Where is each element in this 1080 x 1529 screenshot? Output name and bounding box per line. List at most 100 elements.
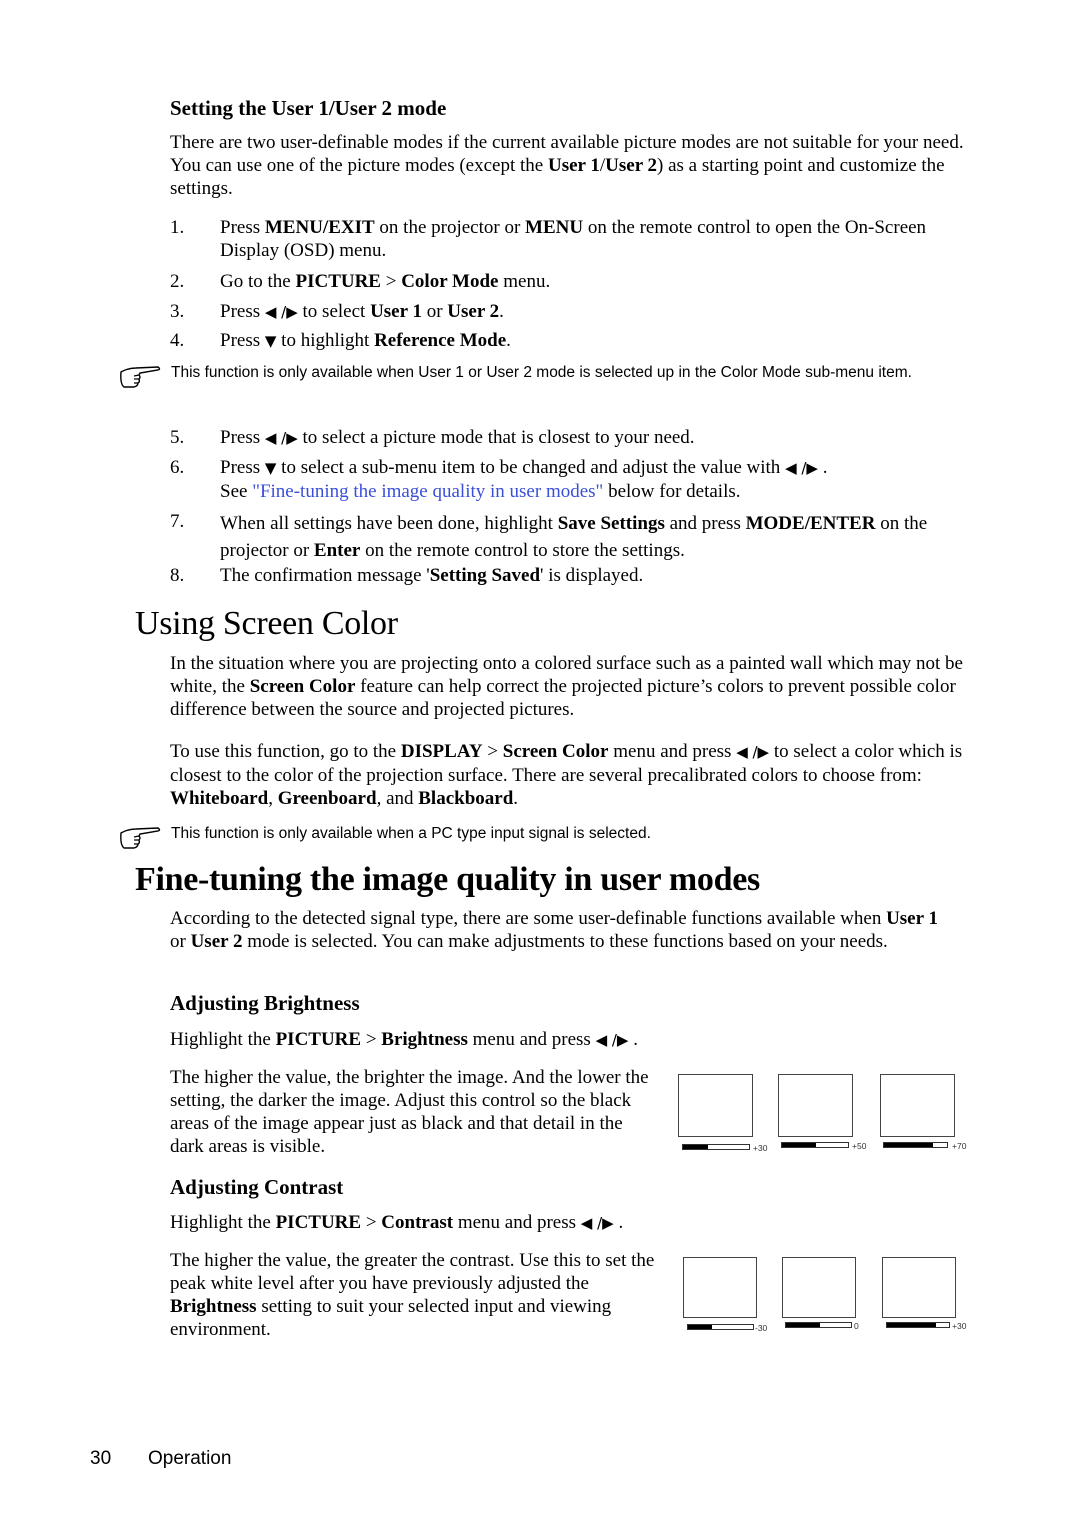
screen-preview: [880, 1074, 955, 1137]
level-bar: [886, 1322, 950, 1328]
footer-section-name: Operation: [148, 1448, 232, 1469]
contrast-instruction: Highlight the PICTURE > Contrast menu an…: [170, 1211, 970, 1235]
text: or: [170, 931, 191, 952]
step-number: 8.: [170, 565, 185, 586]
step-number: 6.: [170, 457, 185, 478]
text: To use this function, go to the: [170, 741, 401, 762]
step-5: 5. Press ◀ /▶ to select a picture mode t…: [170, 426, 980, 449]
step-4: 4. Press ▼ to highlight Reference Mode.: [170, 329, 980, 352]
note-user-mode: This function is only available when Use…: [118, 364, 978, 402]
screen-preview: [882, 1257, 956, 1318]
level-bar-fill: [683, 1145, 709, 1149]
note-screen-color: This function is only available when a P…: [118, 825, 978, 853]
text: ,: [268, 788, 278, 809]
down-arrow-icon: ▼: [264, 459, 277, 477]
text: >: [361, 1029, 382, 1050]
fine-tuning-intro: According to the detected signal type, t…: [170, 907, 950, 953]
screen-preview: [683, 1257, 757, 1318]
bold-text: Whiteboard: [170, 788, 269, 809]
section-heading-user-mode: Setting the User 1/User 2 mode: [170, 96, 447, 120]
text: to select a sub-menu item to be changed …: [276, 457, 786, 478]
level-bar: [682, 1144, 750, 1150]
level-bar-fill: [887, 1323, 936, 1327]
step-3: 3. Press ◀ /▶ to select User 1 or User 2…: [170, 300, 980, 323]
level-label: -30: [755, 1323, 768, 1333]
text: to select: [297, 301, 371, 322]
down-arrow-icon: ▼: [264, 332, 277, 350]
left-right-arrow-icon: ◀ /▶: [264, 303, 298, 321]
step-number: 2.: [170, 271, 185, 292]
bold-text: Screen Color: [249, 676, 356, 697]
step-text: Press ◀ /▶ to select User 1 or User 2.: [220, 300, 980, 324]
step-text: Press MENU/EXIT on the projector or MENU…: [220, 216, 980, 262]
text: menu and press: [453, 1212, 581, 1233]
step-text: Press ▼ to select a sub-menu item to be …: [220, 456, 980, 503]
level-bar-fill: [782, 1143, 817, 1147]
subheading-contrast: Adjusting Contrast: [170, 1175, 344, 1199]
section-heading-fine-tuning: Fine-tuning the image quality in user mo…: [135, 861, 760, 898]
screen-preview: [778, 1074, 853, 1137]
text: menu and press: [467, 1029, 596, 1050]
bold-text: PICTURE: [295, 271, 381, 292]
bold-text: DISPLAY: [400, 741, 483, 762]
bold-text: User 1: [547, 155, 600, 176]
text: The higher the value, the greater the co…: [170, 1250, 655, 1294]
text: When all settings have been done, highli…: [220, 513, 558, 534]
step-2: 2. Go to the PICTURE > Color Mode menu.: [170, 270, 980, 293]
level-label: 0: [854, 1321, 859, 1331]
step-8: 8. The confirmation message 'Setting Sav…: [170, 564, 980, 587]
subheading-brightness: Adjusting Brightness: [170, 991, 360, 1015]
level-bar-fill: [786, 1323, 820, 1327]
text: .: [499, 301, 504, 322]
text: and press: [664, 513, 746, 534]
screen-preview: [678, 1074, 753, 1137]
bold-text: User 2: [447, 301, 500, 322]
step-7: 7. When all settings have been done, hig…: [170, 510, 980, 561]
text: on the projector or: [374, 217, 526, 238]
note-text: This function is only available when Use…: [171, 364, 912, 381]
fine-tuning-link[interactable]: "Fine-tuning the image quality in user m…: [252, 481, 603, 502]
level-bar: [687, 1324, 754, 1330]
user-mode-intro: There are two user-definable modes if th…: [170, 131, 970, 200]
level-bar: [785, 1322, 852, 1328]
text: mode is selected. You can make adjustmen…: [242, 931, 888, 952]
step-number: 5.: [170, 427, 185, 448]
text: >: [482, 741, 503, 762]
screen-color-paragraph-2: To use this function, go to the DISPLAY …: [170, 740, 970, 810]
level-label: +70: [952, 1141, 967, 1151]
left-right-arrow-icon: ◀ /▶: [736, 743, 770, 761]
text: According to the detected signal type, t…: [170, 908, 887, 929]
step-1: 1. Press MENU/EXIT on the projector or M…: [170, 216, 980, 262]
bold-text: User 1: [370, 301, 422, 322]
bold-text: Greenboard: [277, 788, 377, 809]
text: .: [506, 330, 511, 351]
text: or: [421, 301, 448, 322]
note-text: This function is only available when a P…: [171, 825, 651, 842]
left-right-arrow-icon: ◀ /▶: [785, 459, 818, 477]
bold-text: Enter: [313, 540, 361, 561]
text: Press: [220, 301, 265, 322]
section-heading-screen-color: Using Screen Color: [135, 605, 398, 642]
bold-text: Save Settings: [557, 513, 665, 534]
text: Press: [220, 217, 265, 238]
text: >: [380, 271, 402, 292]
step-number: 3.: [170, 301, 185, 322]
text: .: [817, 457, 828, 478]
step-6: 6. Press ▼ to select a sub-menu item to …: [170, 456, 980, 506]
screen-preview: [782, 1257, 856, 1318]
bold-text: MODE/ENTER: [745, 513, 876, 534]
brightness-instruction: Highlight the PICTURE > Brightness menu …: [170, 1028, 970, 1052]
step-number: 1.: [170, 217, 185, 238]
step-text: Go to the PICTURE > Color Mode menu.: [220, 270, 980, 293]
text: below for details.: [603, 481, 741, 502]
bold-text: User 2: [605, 155, 658, 176]
pointing-hand-icon: [120, 827, 161, 849]
bold-text: Screen Color: [502, 741, 609, 762]
left-right-arrow-icon: ◀ /▶: [595, 1031, 629, 1049]
bold-text: User 2: [190, 931, 243, 952]
bold-text: MENU: [525, 217, 584, 238]
bold-text: User 1: [886, 908, 938, 929]
text: Press: [220, 457, 265, 478]
bold-text: PICTURE: [275, 1212, 362, 1233]
text: , and: [376, 788, 419, 809]
